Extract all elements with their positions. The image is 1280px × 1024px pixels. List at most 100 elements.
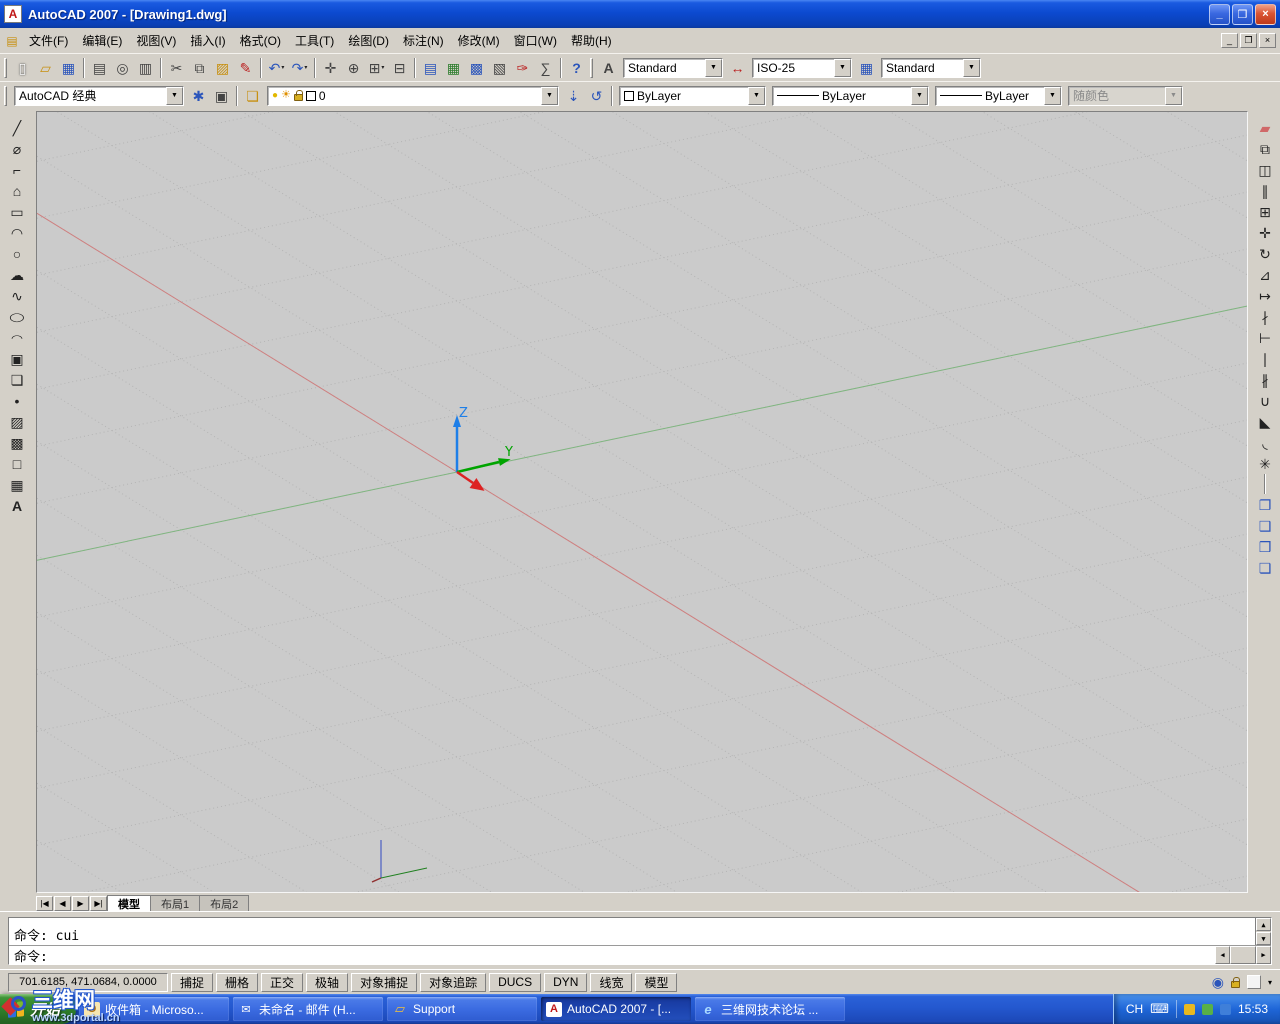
draworder-bring-front-icon[interactable]: ❐ bbox=[1253, 494, 1277, 515]
mirror-icon[interactable]: ◫ bbox=[1253, 159, 1277, 180]
menu-window[interactable]: 窗口(W) bbox=[507, 28, 564, 53]
draworder-above-icon[interactable]: ❒ bbox=[1253, 536, 1277, 557]
minimize-button[interactable]: _ bbox=[1209, 3, 1230, 25]
copy-object-icon[interactable]: ⧉ bbox=[1253, 138, 1277, 159]
toolbar-grip[interactable] bbox=[4, 57, 7, 78]
tray-icon[interactable] bbox=[1183, 1003, 1195, 1015]
copy-icon[interactable]: ⧉ bbox=[188, 57, 211, 79]
scroll-up-icon[interactable]: ▲ bbox=[1256, 918, 1271, 931]
ducs-toggle[interactable]: DUCS bbox=[489, 972, 542, 992]
lineweight-dropdown-arrow[interactable]: ▼ bbox=[1044, 86, 1061, 105]
menu-dimension[interactable]: 标注(N) bbox=[396, 28, 451, 53]
taskbar-task-outlook[interactable]: O 收件箱 - Microso... bbox=[79, 997, 230, 1021]
hatch-icon[interactable]: ▨ bbox=[5, 411, 29, 432]
redo-icon[interactable]: ↷ ▾ bbox=[288, 57, 311, 79]
toolbar-grip[interactable] bbox=[590, 57, 593, 78]
ortho-toggle[interactable]: 正交 bbox=[261, 972, 304, 992]
taskbar-task-support[interactable]: ▱ Support bbox=[387, 997, 538, 1021]
help-icon[interactable]: ? bbox=[565, 57, 588, 79]
draworder-below-icon[interactable]: ❏ bbox=[1253, 557, 1277, 578]
keyboard-icon[interactable]: ⌨ bbox=[1150, 1001, 1169, 1017]
dyn-toggle[interactable]: DYN bbox=[544, 972, 588, 992]
autocad-app-icon[interactable]: A bbox=[4, 5, 22, 23]
text-style-dropdown-arrow[interactable]: ▼ bbox=[705, 58, 722, 77]
zoom-realtime-icon[interactable]: ⊕ bbox=[342, 57, 365, 79]
match-properties-icon[interactable]: ✎ bbox=[234, 57, 257, 79]
language-indicator[interactable]: CH bbox=[1126, 1002, 1143, 1016]
open-icon[interactable]: ▱ bbox=[34, 57, 57, 79]
command-input-line[interactable]: 命令: ◀ ▶ bbox=[9, 945, 1271, 965]
gradient-icon[interactable]: ▩ bbox=[5, 432, 29, 453]
mdi-minimize-button[interactable]: _ bbox=[1221, 33, 1238, 48]
linetype-dropdown-arrow[interactable]: ▼ bbox=[911, 86, 928, 105]
tab-next-button[interactable]: ▶ bbox=[72, 896, 89, 911]
toolbar-grip[interactable] bbox=[4, 85, 7, 106]
grid-toggle[interactable]: 栅格 bbox=[216, 972, 259, 992]
trim-icon[interactable]: ∤ bbox=[1253, 306, 1277, 327]
scroll-down-icon[interactable]: ▼ bbox=[1256, 932, 1271, 945]
qnew-icon[interactable]: ▯ bbox=[11, 57, 34, 79]
tab-layout2[interactable]: 布局2 bbox=[199, 895, 250, 911]
chamfer-icon[interactable]: ◣ bbox=[1253, 411, 1277, 432]
tab-model[interactable]: 模型 bbox=[107, 895, 151, 911]
menu-format[interactable]: 格式(O) bbox=[233, 28, 288, 53]
scroll-thumb[interactable] bbox=[1230, 946, 1256, 964]
table-style-dropdown-arrow[interactable]: ▼ bbox=[963, 58, 980, 77]
color-dropdown-arrow[interactable]: ▼ bbox=[748, 86, 765, 105]
tray-icon[interactable] bbox=[1219, 1003, 1231, 1015]
communication-center-icon[interactable]: ◉ bbox=[1212, 975, 1224, 989]
menu-edit[interactable]: 编辑(E) bbox=[75, 28, 129, 53]
menu-draw[interactable]: 绘图(D) bbox=[341, 28, 396, 53]
mdi-close-button[interactable]: × bbox=[1259, 33, 1276, 48]
cut-icon[interactable]: ✂ bbox=[165, 57, 188, 79]
save-icon[interactable]: ▦ bbox=[57, 57, 80, 79]
scale-icon[interactable]: ⊿ bbox=[1253, 264, 1277, 285]
line-icon[interactable]: ╱ bbox=[5, 117, 29, 138]
linetype-dropdown[interactable]: ByLayer ▼ bbox=[772, 85, 929, 106]
fillet-icon[interactable]: ◟ bbox=[1253, 432, 1277, 453]
layer-dropdown-arrow[interactable]: ▼ bbox=[541, 86, 558, 105]
menu-file[interactable]: 文件(F) bbox=[22, 28, 75, 53]
plot-icon[interactable]: ▤ bbox=[88, 57, 111, 79]
break-icon[interactable]: ∦ bbox=[1253, 369, 1277, 390]
table-style-button[interactable]: ▦ bbox=[855, 57, 878, 79]
mtext-icon[interactable]: A bbox=[5, 495, 29, 516]
polygon-icon[interactable]: ⌂ bbox=[5, 180, 29, 201]
layer-previous-icon[interactable]: ↺ bbox=[585, 85, 608, 107]
scroll-left-icon[interactable]: ◀ bbox=[1215, 946, 1230, 964]
quickcalc-icon[interactable]: ∑ bbox=[534, 57, 557, 79]
clean-screen-button[interactable] bbox=[1246, 975, 1261, 989]
array-icon[interactable]: ⊞ bbox=[1253, 201, 1277, 222]
revision-cloud-icon[interactable]: ☁ bbox=[5, 264, 29, 285]
polar-toggle[interactable]: 极轴 bbox=[306, 972, 349, 992]
rectangle-icon[interactable]: ▭ bbox=[5, 201, 29, 222]
menu-tools[interactable]: 工具(T) bbox=[288, 28, 341, 53]
dim-style-dropdown[interactable]: ISO-25 ▼ bbox=[752, 57, 852, 78]
dim-style-dropdown-arrow[interactable]: ▼ bbox=[834, 58, 851, 77]
workspace-dropdown-arrow[interactable]: ▼ bbox=[166, 86, 183, 105]
dim-style-button[interactable]: ↔ bbox=[726, 57, 749, 79]
extend-icon[interactable]: ⊢ bbox=[1253, 327, 1277, 348]
stretch-icon[interactable]: ↦ bbox=[1253, 285, 1277, 306]
text-style-button[interactable]: A bbox=[597, 57, 620, 79]
layer-properties-manager-icon[interactable]: ❏ bbox=[241, 85, 264, 107]
toolbar-lock-icon[interactable] bbox=[1230, 976, 1240, 988]
circle-icon[interactable]: ○ bbox=[5, 243, 29, 264]
make-block-icon[interactable]: ❏ bbox=[5, 369, 29, 390]
markup-manager-icon[interactable]: ✑ bbox=[511, 57, 534, 79]
draworder-send-back-icon[interactable]: ❑ bbox=[1253, 515, 1277, 536]
menu-view[interactable]: 视图(V) bbox=[129, 28, 183, 53]
explode-icon[interactable]: ✳ bbox=[1253, 453, 1277, 474]
restore-button[interactable]: ❐ bbox=[1232, 3, 1253, 25]
plot-preview-icon[interactable]: ◎ bbox=[111, 57, 134, 79]
dwg-document-icon[interactable]: ▤ bbox=[4, 33, 20, 49]
drawing-canvas[interactable]: ZY bbox=[36, 111, 1248, 893]
mdi-restore-button[interactable]: ❐ bbox=[1240, 33, 1257, 48]
command-scrollbar[interactable]: ▲ ▼ bbox=[1255, 918, 1271, 945]
tab-first-button[interactable]: |◀ bbox=[36, 896, 53, 911]
arc-icon[interactable]: ◠ bbox=[5, 222, 29, 243]
menu-insert[interactable]: 插入(I) bbox=[183, 28, 232, 53]
properties-icon[interactable]: ▤ bbox=[419, 57, 442, 79]
lineweight-toggle[interactable]: 线宽 bbox=[590, 972, 633, 992]
spline-icon[interactable]: ∿ bbox=[5, 285, 29, 306]
